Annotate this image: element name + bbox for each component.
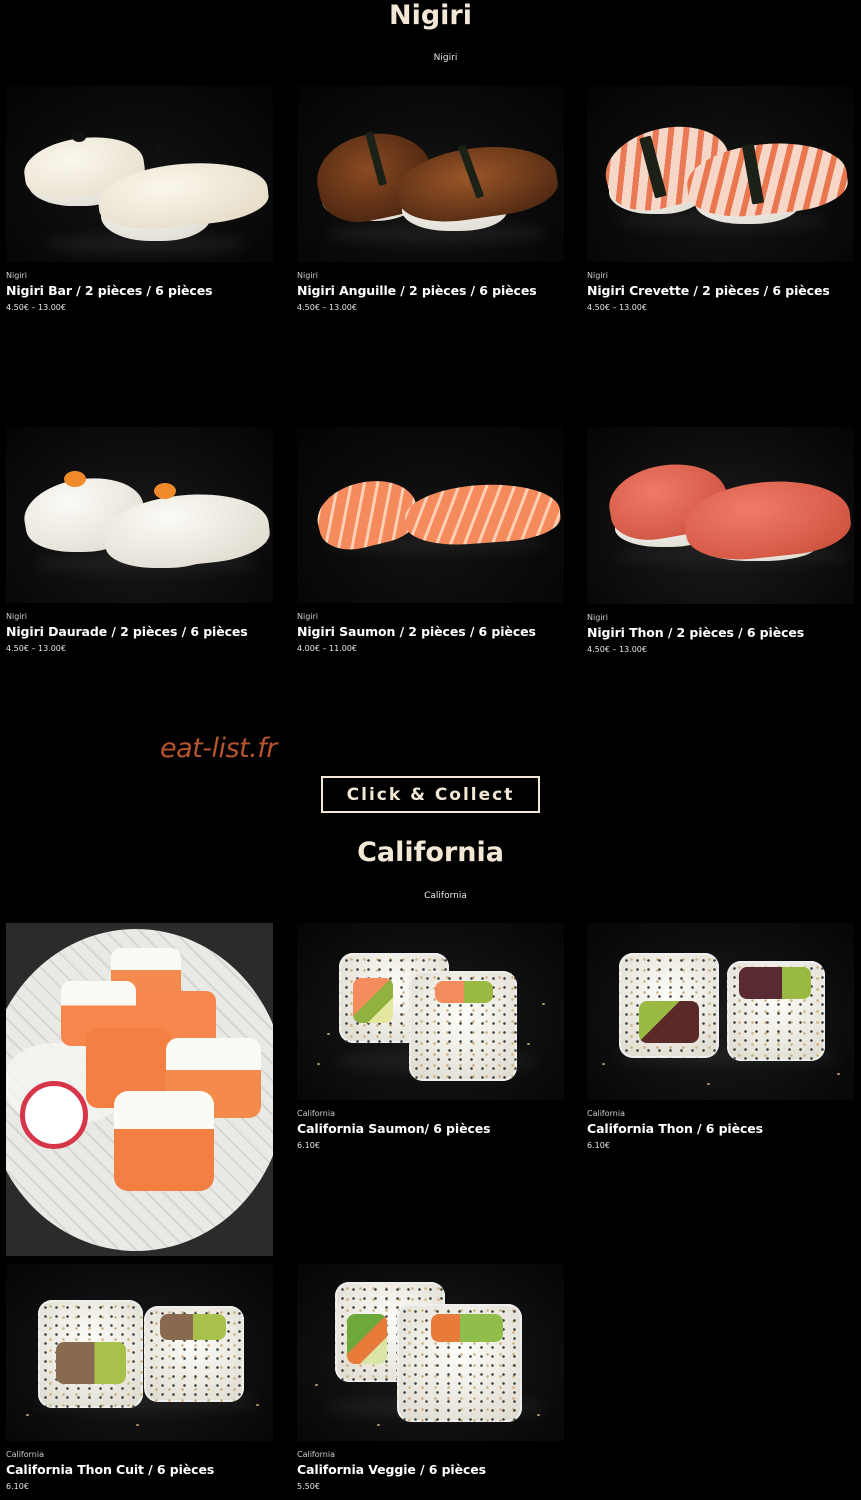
california-thon-cuit-image[interactable]: [6, 1264, 273, 1441]
nigiri-anguille-image[interactable]: [297, 86, 564, 262]
product-name[interactable]: Nigiri Bar / 2 pièces / 6 pièces: [6, 283, 273, 298]
california-feature-image[interactable]: [6, 923, 273, 1256]
product-category: Nigiri: [587, 613, 609, 622]
product-name[interactable]: Nigiri Daurade / 2 pièces / 6 pièces: [6, 624, 273, 639]
product-card-california-saumon[interactable]: California California Saumon/ 6 pièces 6…: [297, 923, 564, 1150]
california-saumon-image[interactable]: [297, 923, 564, 1100]
product-category: Nigiri: [297, 612, 319, 621]
product-name[interactable]: Nigiri Anguille / 2 pièces / 6 pièces: [297, 283, 564, 298]
nigiri-section-title: Nigiri: [388, 0, 472, 31]
product-price: 4.50€ – 13.00€: [6, 303, 66, 312]
product-category: Nigiri: [6, 271, 28, 280]
product-category: Nigiri: [297, 271, 319, 280]
product-price: 4.50€ – 13.00€: [587, 645, 647, 654]
product-card-nigiri-daurade[interactable]: Nigiri Nigiri Daurade / 2 pièces / 6 piè…: [6, 427, 273, 653]
product-name[interactable]: Nigiri Thon / 2 pièces / 6 pièces: [587, 625, 854, 640]
product-category: California: [587, 1109, 625, 1118]
product-category: California: [297, 1109, 335, 1118]
california-veggie-image[interactable]: [297, 1264, 564, 1441]
product-price: 4.50€ – 13.00€: [6, 644, 66, 653]
product-name[interactable]: California Thon Cuit / 6 pièces: [6, 1462, 273, 1477]
california-section-subtitle: California: [424, 891, 467, 901]
product-card-nigiri-bar[interactable]: Nigiri Nigiri Bar / 2 pièces / 6 pièces …: [6, 86, 273, 312]
product-card-nigiri-saumon[interactable]: Nigiri Nigiri Saumon / 2 pièces / 6 pièc…: [297, 427, 564, 653]
product-name[interactable]: Nigiri Crevette / 2 pièces / 6 pièces: [587, 283, 854, 298]
product-category: California: [297, 1450, 335, 1459]
california-thon-image[interactable]: [587, 923, 854, 1100]
product-category: California: [6, 1450, 44, 1459]
california-section-title: California: [357, 837, 504, 868]
product-price: 6.10€: [587, 1141, 610, 1150]
nigiri-daurade-image[interactable]: [6, 427, 273, 603]
product-category: Nigiri: [6, 612, 28, 621]
watermark-text: eat-list.fr: [160, 733, 277, 764]
product-card-nigiri-crevette[interactable]: Nigiri Nigiri Crevette / 2 pièces / 6 pi…: [587, 86, 854, 312]
product-name[interactable]: California Veggie / 6 pièces: [297, 1462, 564, 1477]
product-price: 6.10€: [297, 1141, 320, 1150]
nigiri-section-subtitle: Nigiri: [433, 53, 458, 63]
nigiri-bar-image[interactable]: [6, 86, 273, 262]
nigiri-thon-image[interactable]: [587, 427, 854, 604]
product-name[interactable]: Nigiri Saumon / 2 pièces / 6 pièces: [297, 624, 564, 639]
product-card-nigiri-thon[interactable]: Nigiri Nigiri Thon / 2 pièces / 6 pièces…: [587, 427, 854, 654]
product-card-california-thon-cuit[interactable]: California California Thon Cuit / 6 pièc…: [6, 1264, 273, 1491]
product-card-california-veggie[interactable]: California California Veggie / 6 pièces …: [297, 1264, 564, 1491]
product-category: Nigiri: [587, 271, 609, 280]
product-card-nigiri-anguille[interactable]: Nigiri Nigiri Anguille / 2 pièces / 6 pi…: [297, 86, 564, 312]
product-name[interactable]: California Thon / 6 pièces: [587, 1121, 854, 1136]
product-name[interactable]: California Saumon/ 6 pièces: [297, 1121, 564, 1136]
nigiri-crevette-image[interactable]: [587, 86, 854, 262]
product-price: 4.50€ – 13.00€: [587, 303, 647, 312]
nigiri-saumon-image[interactable]: [297, 427, 564, 603]
product-price: 4.00€ – 11.00€: [297, 644, 357, 653]
click-and-collect-button[interactable]: Click & Collect: [321, 776, 540, 813]
product-price: 6.10€: [6, 1482, 29, 1491]
product-card-california-thon[interactable]: California California Thon / 6 pièces 6.…: [587, 923, 854, 1150]
product-price: 4.50€ – 13.00€: [297, 303, 357, 312]
product-price: 5.50€: [297, 1482, 320, 1491]
